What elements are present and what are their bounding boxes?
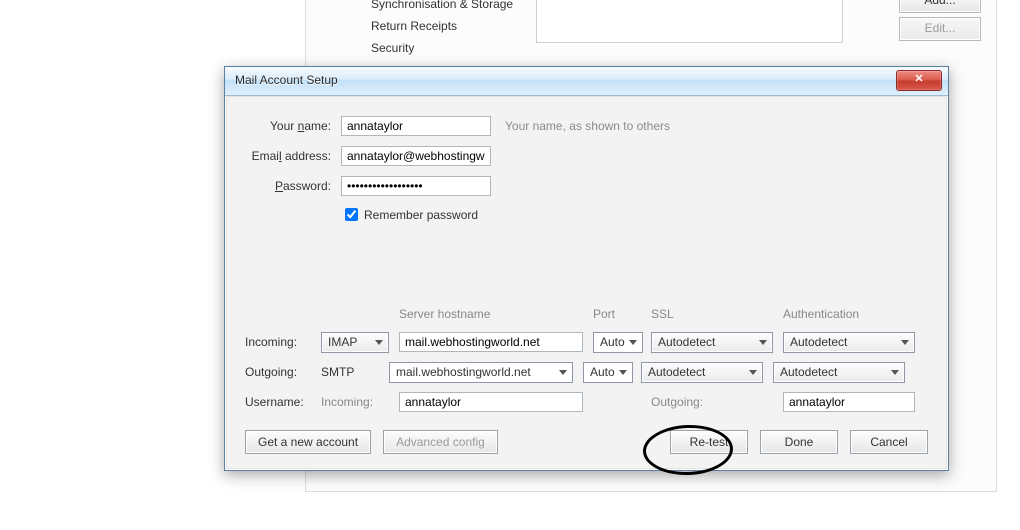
username-label: Username:	[245, 395, 321, 409]
outgoing-protocol: SMTP	[321, 365, 389, 379]
dialog-footer: Get a new account Advanced config Re-tes…	[245, 430, 928, 454]
header-hostname: Server hostname	[399, 307, 593, 321]
name-label: Your name:	[245, 119, 341, 133]
password-label: Password:	[245, 179, 341, 193]
close-button[interactable]: ✕	[896, 70, 942, 91]
chevron-down-icon	[745, 365, 760, 380]
retest-button[interactable]: Re-test	[670, 430, 748, 454]
dialog-body: Your name: Your name, as shown to others…	[226, 96, 947, 469]
outgoing-ssl-select[interactable]: Autodetect	[641, 362, 763, 383]
cancel-button[interactable]: Cancel	[850, 430, 928, 454]
edit-button: Edit...	[899, 17, 981, 41]
username-incoming-input[interactable]	[399, 392, 583, 412]
username-outgoing-sublabel: Outgoing:	[651, 395, 783, 409]
username-incoming-sublabel: Incoming:	[321, 395, 399, 409]
incoming-auth-select[interactable]: Autodetect	[783, 332, 915, 353]
dialog-title: Mail Account Setup	[235, 73, 338, 87]
bg-item[interactable]: Security	[306, 37, 531, 59]
get-new-account-button[interactable]: Get a new account	[245, 430, 371, 454]
incoming-label: Incoming:	[245, 335, 321, 349]
header-port: Port	[593, 307, 651, 321]
titlebar[interactable]: Mail Account Setup ✕	[225, 67, 948, 96]
chevron-down-icon	[615, 365, 630, 380]
bg-item[interactable]: Return Receipts	[306, 15, 531, 37]
outgoing-hostname-select[interactable]: mail.webhostingworld.net	[389, 362, 573, 383]
advanced-config-button: Advanced config	[383, 430, 498, 454]
chevron-down-icon	[755, 335, 770, 350]
outgoing-port-select[interactable]: Auto	[583, 362, 633, 383]
header-auth: Authentication	[783, 307, 915, 321]
chevron-down-icon	[555, 365, 570, 380]
server-settings-grid: Server hostname Port SSL Authentication …	[245, 307, 928, 417]
name-input[interactable]	[341, 116, 491, 136]
remember-password-label: Remember password	[364, 208, 478, 222]
chevron-down-icon	[897, 335, 912, 350]
grid-header: Server hostname Port SSL Authentication	[245, 307, 928, 321]
outgoing-auth-select[interactable]: Autodetect	[773, 362, 905, 383]
header-ssl: SSL	[651, 307, 783, 321]
password-input[interactable]	[341, 176, 491, 196]
close-icon: ✕	[914, 73, 923, 85]
bg-item[interactable]: Synchronisation & Storage	[306, 0, 531, 15]
username-row: Username: Incoming: Outgoing:	[245, 387, 928, 417]
email-input[interactable]	[341, 146, 491, 166]
username-outgoing-input[interactable]	[783, 392, 915, 412]
incoming-protocol-select[interactable]: IMAP	[321, 332, 389, 353]
remember-password-checkbox[interactable]	[345, 208, 358, 221]
chevron-down-icon	[887, 365, 902, 380]
mail-account-setup-dialog: Mail Account Setup ✕ Your name: Your nam…	[224, 66, 949, 471]
name-hint: Your name, as shown to others	[505, 119, 670, 133]
chevron-down-icon	[625, 335, 640, 350]
bg-identity-list	[536, 0, 843, 43]
outgoing-row: Outgoing: SMTP mail.webhostingworld.net …	[245, 357, 928, 387]
incoming-row: Incoming: IMAP Auto	[245, 327, 928, 357]
email-label: Email address:	[245, 149, 341, 163]
incoming-ssl-select[interactable]: Autodetect	[651, 332, 773, 353]
incoming-hostname-input[interactable]	[399, 332, 583, 352]
done-button[interactable]: Done	[760, 430, 838, 454]
identity-form: Your name: Your name, as shown to others…	[245, 111, 928, 224]
add-button[interactable]: Add...	[899, 0, 981, 13]
outgoing-label: Outgoing:	[245, 365, 321, 379]
chevron-down-icon	[371, 335, 386, 350]
incoming-port-select[interactable]: Auto	[593, 332, 643, 353]
